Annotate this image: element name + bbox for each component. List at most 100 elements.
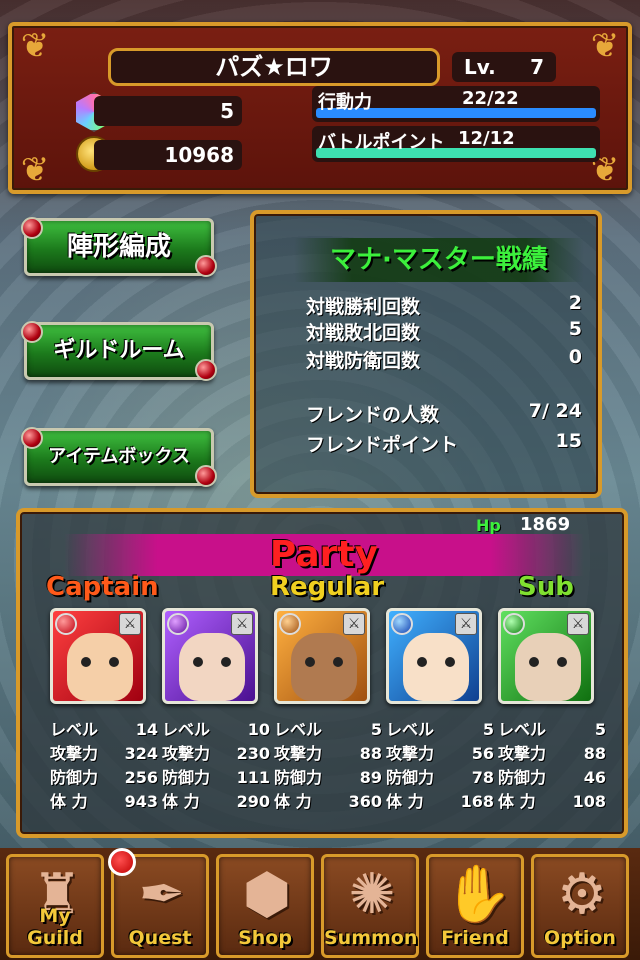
gear-icon: ⚙ [556,862,608,927]
defense-stat-value: 111 [236,768,270,787]
dark-element-icon [167,613,189,635]
sword-icon: ⚔ [119,613,141,635]
level-label: Lv. [464,55,496,79]
level-stat-label: レベル [274,720,323,739]
level-stat-label: レベル [50,720,99,739]
member-stats: レベル 14 攻撃力 324 防御力 256 体 力 943 [50,718,158,814]
record-row: 対戦防衛回数 0 [306,346,582,373]
attack-stat-value: 324 [124,744,158,763]
member-stats: レベル 5 攻撃力 56 防御力 78 体 力 168 [386,718,494,814]
water-element-icon [391,613,413,635]
item-box-button[interactable]: アイテムボックス [21,427,217,487]
defense-stat-value: 256 [124,768,158,787]
record-label: フレンドポイント [306,434,459,456]
earth-element-icon [279,613,301,635]
party-member-card[interactable]: ⚔ [162,608,258,704]
record-label: 対戦防衛回数 [306,350,421,372]
nav-my-guild[interactable]: ♜ My Guild [6,854,104,958]
level-stat-value: 10 [247,720,270,739]
hp-stat-value: 943 [124,792,158,811]
record-value: 15 [555,430,582,452]
formation-label: 陣形編成 [66,232,171,262]
record-row: 対戦勝利回数 2 [306,292,582,319]
captain-label: Captain [46,572,159,602]
hp-stat-label: 体 力 [50,792,88,811]
nav-label: My Guild [27,905,83,949]
attack-stat-value: 56 [471,744,494,763]
battle-point-label: バトルポイント [318,132,445,153]
coin-count: 10968 [94,140,242,170]
character-portrait [67,633,133,701]
hp-stat-value: 290 [236,792,270,811]
nav-shop[interactable]: ⬢ Shop [216,854,314,958]
regular-label: Regular [270,572,385,602]
record-value: 7/ 24 [528,400,582,422]
jewel-icon [195,255,217,277]
attack-stat-value: 88 [583,744,606,763]
ornament-icon: ❦ [20,150,50,190]
record-label: 対戦勝利回数 [306,296,421,318]
character-portrait [515,633,581,701]
level-stat-label: レベル [498,720,547,739]
defense-stat-label: 防御力 [162,768,211,787]
character-eyes [413,657,459,667]
guild-room-label: ギルドルーム [53,338,185,363]
hp-stat-label: 体 力 [386,792,424,811]
level-stat-label: レベル [386,720,435,739]
record-title: マナ·マスター戦績 [294,238,584,282]
hp-stat-label: 体 力 [498,792,536,811]
level-stat-value: 5 [482,720,494,739]
attack-stat-value: 230 [236,744,270,763]
character-portrait [291,633,357,701]
party-member-card[interactable]: ⚔ [498,608,594,704]
attack-stat-value: 88 [359,744,382,763]
nav-option[interactable]: ⚙ Option [531,854,629,958]
record-value: 5 [568,318,582,340]
defense-stat-value: 46 [583,768,606,787]
bag-icon: ⬢ [242,862,292,927]
level-stat-value: 5 [370,720,382,739]
hp-stat-value: 108 [572,792,606,811]
formation-button[interactable]: 陣形編成 [21,217,217,277]
party-member-card[interactable]: ⚔ [386,608,482,704]
quest-notification-badge [108,848,136,876]
jewel-icon [195,465,217,487]
jewel-icon [21,321,43,343]
attack-stat-label: 攻撃力 [162,744,211,763]
nav-label: Summon [324,927,418,949]
defense-stat-label: 防御力 [498,768,547,787]
attack-stat-label: 攻撃力 [50,744,99,763]
handshake-icon: ✋ [443,862,513,927]
character-eyes [77,657,123,667]
sword-icon: ⚔ [567,613,589,635]
action-label: 行動力 [318,92,372,113]
nav-label: Shop [238,927,292,949]
fire-element-icon [55,613,77,635]
guild-room-button[interactable]: ギルドルーム [21,321,217,381]
level-stat-value: 5 [594,720,606,739]
defense-stat-value: 89 [359,768,382,787]
record-value: 2 [568,292,582,314]
sword-icon: ⚔ [343,613,365,635]
wind-element-icon [503,613,525,635]
nav-label: Option [544,927,616,949]
level-value: 7 [530,55,544,79]
hp-stat-value: 168 [460,792,494,811]
ornament-icon: ❦ [590,26,620,66]
party-member-card[interactable]: ⚔ [50,608,146,704]
hp-stat-label: 体 力 [162,792,200,811]
hp-label: Hp [476,516,501,535]
defense-stat-value: 78 [471,768,494,787]
party-member-card[interactable]: ⚔ [274,608,370,704]
nav-summon[interactable]: ✺ Summon [321,854,419,958]
character-eyes [189,657,235,667]
nav-label: Quest [128,927,192,949]
player-status-panel: ❦ ❦ ❦ ❦ パズ★ロワ Lv. 7 5 10968 行動力 22/22 バト… [8,22,632,194]
nav-friend[interactable]: ✋ Friend [426,854,524,958]
player-name: パズ★ロワ [108,48,440,86]
record-value: 0 [568,346,582,368]
member-stats: レベル 5 攻撃力 88 防御力 46 体 力 108 [498,718,606,814]
record-row: 対戦敗北回数 5 [306,318,582,345]
battle-point-value: 12/12 [458,128,515,149]
gem-count: 5 [94,96,242,126]
